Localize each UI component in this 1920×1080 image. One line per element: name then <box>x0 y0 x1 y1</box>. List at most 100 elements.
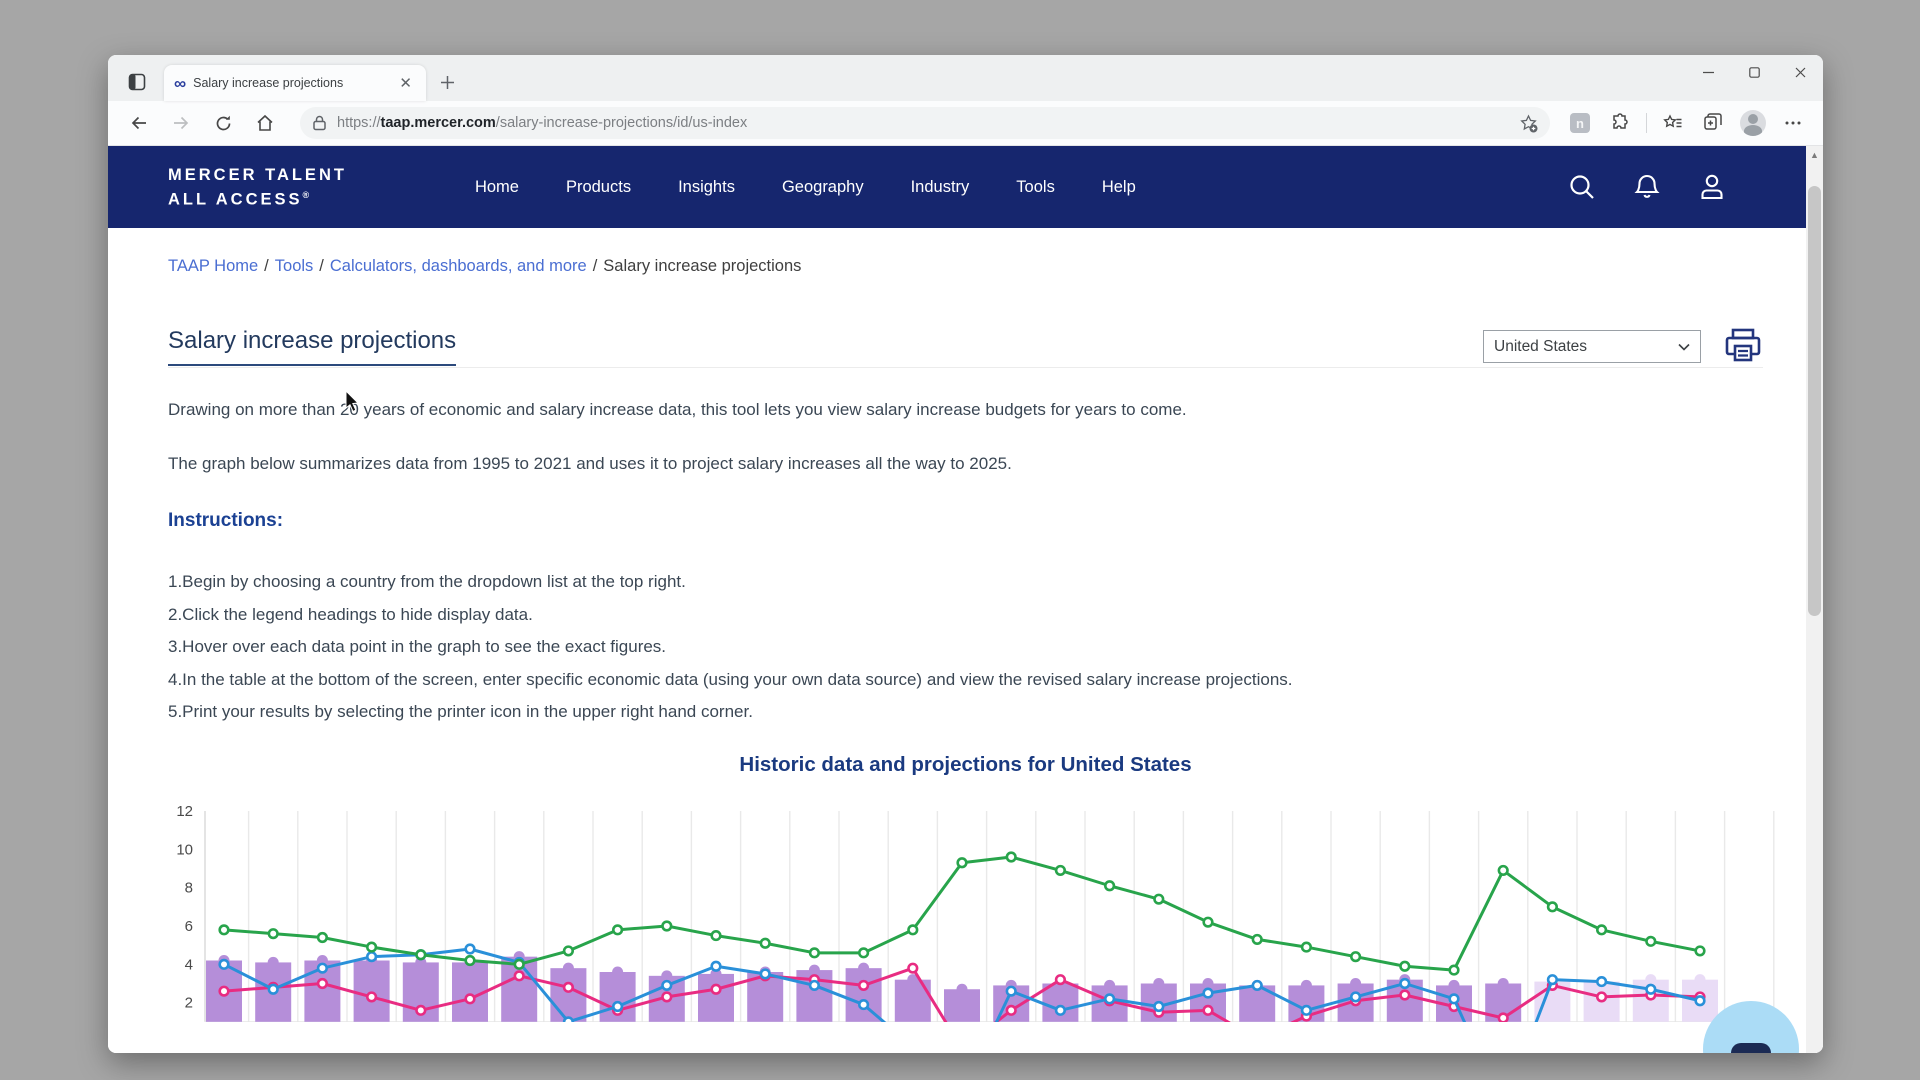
gdp-growth-point[interactable] <box>1597 977 1606 986</box>
favorites-icon[interactable] <box>1658 108 1688 138</box>
browser-tab[interactable]: ∞ Salary increase projections ✕ <box>164 65 426 101</box>
unemployment-rate-point[interactable] <box>909 925 918 934</box>
unemployment-rate-point[interactable] <box>1351 952 1360 961</box>
salary-bar-marker[interactable] <box>1498 978 1509 989</box>
breadcrumb-link[interactable]: Calculators, dashboards, and more <box>330 257 587 275</box>
salary-bar-marker[interactable] <box>1104 979 1115 990</box>
nav-item-tools[interactable]: Tools <box>1016 178 1055 197</box>
unemployment-rate-point[interactable] <box>1647 937 1656 946</box>
unemployment-rate-point[interactable] <box>712 931 721 940</box>
unemployment-rate-point[interactable] <box>564 946 573 955</box>
unemployment-rate-point[interactable] <box>515 960 524 969</box>
gdp-growth-point[interactable] <box>1647 984 1656 993</box>
salary-bar-marker[interactable] <box>957 983 968 994</box>
notes-extension-icon[interactable]: n <box>1565 108 1595 138</box>
nav-item-geography[interactable]: Geography <box>782 178 864 197</box>
tab-close-icon[interactable]: ✕ <box>395 72 416 94</box>
account-person-icon[interactable] <box>1697 172 1727 202</box>
unemployment-rate-point[interactable] <box>761 938 770 947</box>
unemployment-rate-point[interactable] <box>1597 925 1606 934</box>
forward-button[interactable] <box>164 106 198 140</box>
notifications-bell-icon[interactable] <box>1633 172 1661 202</box>
unemployment-rate-point[interactable] <box>1105 881 1114 890</box>
salary-bar-marker[interactable] <box>1350 978 1361 989</box>
cpi-point[interactable] <box>1401 990 1410 999</box>
nav-item-home[interactable]: Home <box>475 178 519 197</box>
page-scrollbar[interactable]: ▲ <box>1806 146 1823 1053</box>
breadcrumb-link[interactable]: Tools <box>275 257 314 275</box>
unemployment-rate-point[interactable] <box>1155 894 1164 903</box>
unemployment-rate-point[interactable] <box>613 925 622 934</box>
gdp-growth-point[interactable] <box>564 1017 573 1021</box>
cpi-point[interactable] <box>220 986 229 995</box>
unemployment-rate-point[interactable] <box>220 925 229 934</box>
nav-item-insights[interactable]: Insights <box>678 178 735 197</box>
gdp-growth-point[interactable] <box>1302 1006 1311 1015</box>
gdp-growth-point[interactable] <box>810 981 819 990</box>
scrollbar-up-arrow[interactable]: ▲ <box>1806 146 1823 163</box>
salary-bar-marker[interactable] <box>858 962 869 973</box>
cpi-point[interactable] <box>1204 1006 1213 1015</box>
unemployment-rate-point[interactable] <box>1696 946 1705 955</box>
gdp-growth-point[interactable] <box>712 961 721 970</box>
salary-bar-marker[interactable] <box>1695 974 1706 985</box>
gdp-growth-point[interactable] <box>220 960 229 969</box>
unemployment-rate-point[interactable] <box>810 948 819 957</box>
gdp-growth-point[interactable] <box>1253 981 1262 990</box>
gdp-growth-point[interactable] <box>1105 994 1114 1003</box>
cpi-point[interactable] <box>318 979 327 988</box>
cpi-point[interactable] <box>1597 992 1606 1001</box>
cpi-point[interactable] <box>1499 1013 1508 1021</box>
salary-bar-marker[interactable] <box>661 970 672 981</box>
cpi-point[interactable] <box>515 971 524 980</box>
gdp-growth-point[interactable] <box>367 952 376 961</box>
unemployment-rate-point[interactable] <box>1450 965 1459 974</box>
unemployment-rate-point[interactable] <box>1302 942 1311 951</box>
gdp-growth-point[interactable] <box>613 1002 622 1011</box>
unemployment-rate-point[interactable] <box>1548 902 1557 911</box>
print-icon[interactable] <box>1723 328 1763 366</box>
unemployment-rate-point[interactable] <box>269 929 278 938</box>
unemployment-rate-point[interactable] <box>367 942 376 951</box>
salary-bar-marker[interactable] <box>1645 974 1656 985</box>
unemployment-rate-point[interactable] <box>1253 935 1262 944</box>
gdp-growth-point[interactable] <box>663 981 672 990</box>
unemployment-rate-point[interactable] <box>1401 961 1410 970</box>
unemployment-rate-point[interactable] <box>318 933 327 942</box>
gdp-growth-point[interactable] <box>466 944 475 953</box>
gdp-growth-point[interactable] <box>1056 1006 1065 1015</box>
unemployment-rate-point[interactable] <box>958 858 967 867</box>
unemployment-rate-point[interactable] <box>859 948 868 957</box>
salary-bar[interactable] <box>354 960 390 1021</box>
home-button[interactable] <box>248 106 282 140</box>
cpi-point[interactable] <box>417 1006 426 1015</box>
salary-bar-marker[interactable] <box>563 962 574 973</box>
minimize-button[interactable] <box>1685 55 1731 89</box>
salary-projection-chart[interactable]: 24681012 <box>170 788 1780 1022</box>
unemployment-rate-point[interactable] <box>1204 917 1213 926</box>
refresh-button[interactable] <box>206 106 240 140</box>
gdp-growth-point[interactable] <box>761 969 770 978</box>
new-tab-button[interactable] <box>440 75 455 93</box>
maximize-button[interactable] <box>1731 55 1777 89</box>
gdp-growth-point[interactable] <box>318 963 327 972</box>
profile-avatar[interactable] <box>1738 108 1768 138</box>
cpi-point[interactable] <box>663 992 672 1001</box>
salary-bar-marker[interactable] <box>809 964 820 975</box>
close-window-button[interactable] <box>1777 55 1823 89</box>
gdp-growth-point[interactable] <box>1548 975 1557 984</box>
unemployment-rate-point[interactable] <box>663 921 672 930</box>
gdp-growth-point[interactable] <box>1204 988 1213 997</box>
collections-icon[interactable] <box>1698 108 1728 138</box>
nav-item-industry[interactable]: Industry <box>911 178 970 197</box>
gdp-growth-point[interactable] <box>859 1000 868 1009</box>
unemployment-rate-point[interactable] <box>1056 866 1065 875</box>
cpi-point[interactable] <box>367 992 376 1001</box>
salary-bar[interactable] <box>550 968 586 1022</box>
nav-item-products[interactable]: Products <box>566 178 631 197</box>
cpi-point[interactable] <box>1056 975 1065 984</box>
gdp-growth-point[interactable] <box>1401 979 1410 988</box>
unemployment-rate-point[interactable] <box>1007 852 1016 861</box>
cpi-point[interactable] <box>712 984 721 993</box>
cpi-point[interactable] <box>564 983 573 992</box>
